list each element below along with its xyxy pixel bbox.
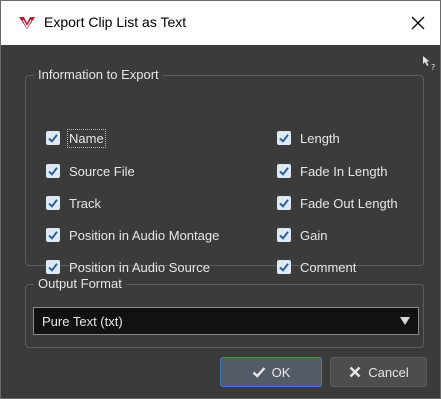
svg-text:?: ?: [431, 63, 435, 71]
title-bar: Export Clip List as Text: [1, 1, 440, 45]
checkbox-box[interactable]: [46, 131, 60, 145]
output-format-value: Pure Text (txt): [42, 313, 123, 329]
checkbox-box[interactable]: [277, 260, 291, 274]
checkbox-label: Position in Audio Montage: [69, 227, 220, 243]
dialog-title: Export Clip List as Text: [44, 14, 187, 30]
checkbox-label: Track: [69, 195, 102, 211]
close-button[interactable]: [396, 1, 440, 45]
dropdown-arrow-icon: [400, 317, 410, 325]
checkbox-box[interactable]: [46, 260, 60, 274]
checkbox-fade-out-length[interactable]: Fade Out Length: [277, 194, 398, 212]
checkmark-icon: [279, 231, 289, 240]
checkbox-label: Comment: [300, 259, 357, 275]
checkmark-icon: [279, 263, 289, 272]
information-to-export-label: Information to Export: [34, 67, 163, 83]
checkbox-label: Source File: [69, 163, 135, 179]
checkbox-label: Position in Audio Source: [69, 259, 210, 275]
checkmark-icon: [48, 231, 58, 240]
checkmark-icon: [48, 199, 58, 208]
checkmark-icon: [279, 167, 289, 176]
checkmark-icon: [48, 134, 58, 143]
checkbox-label: Fade In Length: [300, 163, 388, 179]
ok-button-label: OK: [271, 364, 291, 380]
checkbox-length[interactable]: Length: [277, 129, 340, 147]
checkbox-box[interactable]: [277, 164, 291, 178]
checkbox-box[interactable]: [277, 196, 291, 210]
checkbox-gain[interactable]: Gain: [277, 226, 327, 244]
checkbox-source-file[interactable]: Source File: [46, 162, 135, 180]
cancel-button-label: Cancel: [368, 364, 409, 380]
checkbox-label: Gain: [300, 227, 328, 243]
output-format-label: Output Format: [34, 276, 126, 292]
checkbox-box[interactable]: [277, 131, 291, 145]
checkbox-label: Length: [300, 130, 340, 146]
checkbox-box[interactable]: [46, 164, 60, 178]
whats-this-help-icon[interactable]: ?: [422, 55, 438, 71]
cancel-button[interactable]: Cancel: [330, 357, 427, 387]
checkbox-name[interactable]: Name: [46, 128, 106, 148]
checkbox-position-in-audio-source[interactable]: Position in Audio Source: [46, 258, 210, 276]
export-clip-list-dialog: Export Clip List as Text ? Information t…: [0, 0, 441, 399]
checkbox-box[interactable]: [46, 196, 60, 210]
checkmark-icon: [252, 367, 265, 378]
checkmark-icon: [279, 199, 289, 208]
checkbox-label: Name: [67, 128, 106, 148]
checkbox-box[interactable]: [46, 228, 60, 242]
wavelab-logo-icon: [19, 17, 35, 29]
information-to-export-group: Information to Export Name Source File T…: [25, 67, 424, 275]
checkbox-label: Fade Out Length: [300, 195, 398, 211]
ok-button[interactable]: OK: [220, 357, 322, 387]
checkmark-icon: [48, 167, 58, 176]
checkmark-icon: [48, 263, 58, 272]
checkbox-comment[interactable]: Comment: [277, 258, 356, 276]
checkbox-track[interactable]: Track: [46, 194, 101, 212]
checkbox-position-in-audio-montage[interactable]: Position in Audio Montage: [46, 226, 219, 244]
cancel-x-icon: [349, 366, 361, 378]
checkbox-box[interactable]: [277, 228, 291, 242]
close-icon: [411, 16, 425, 30]
output-format-select[interactable]: Pure Text (txt): [33, 307, 419, 335]
checkbox-fade-in-length[interactable]: Fade In Length: [277, 162, 387, 180]
checkmark-icon: [279, 134, 289, 143]
